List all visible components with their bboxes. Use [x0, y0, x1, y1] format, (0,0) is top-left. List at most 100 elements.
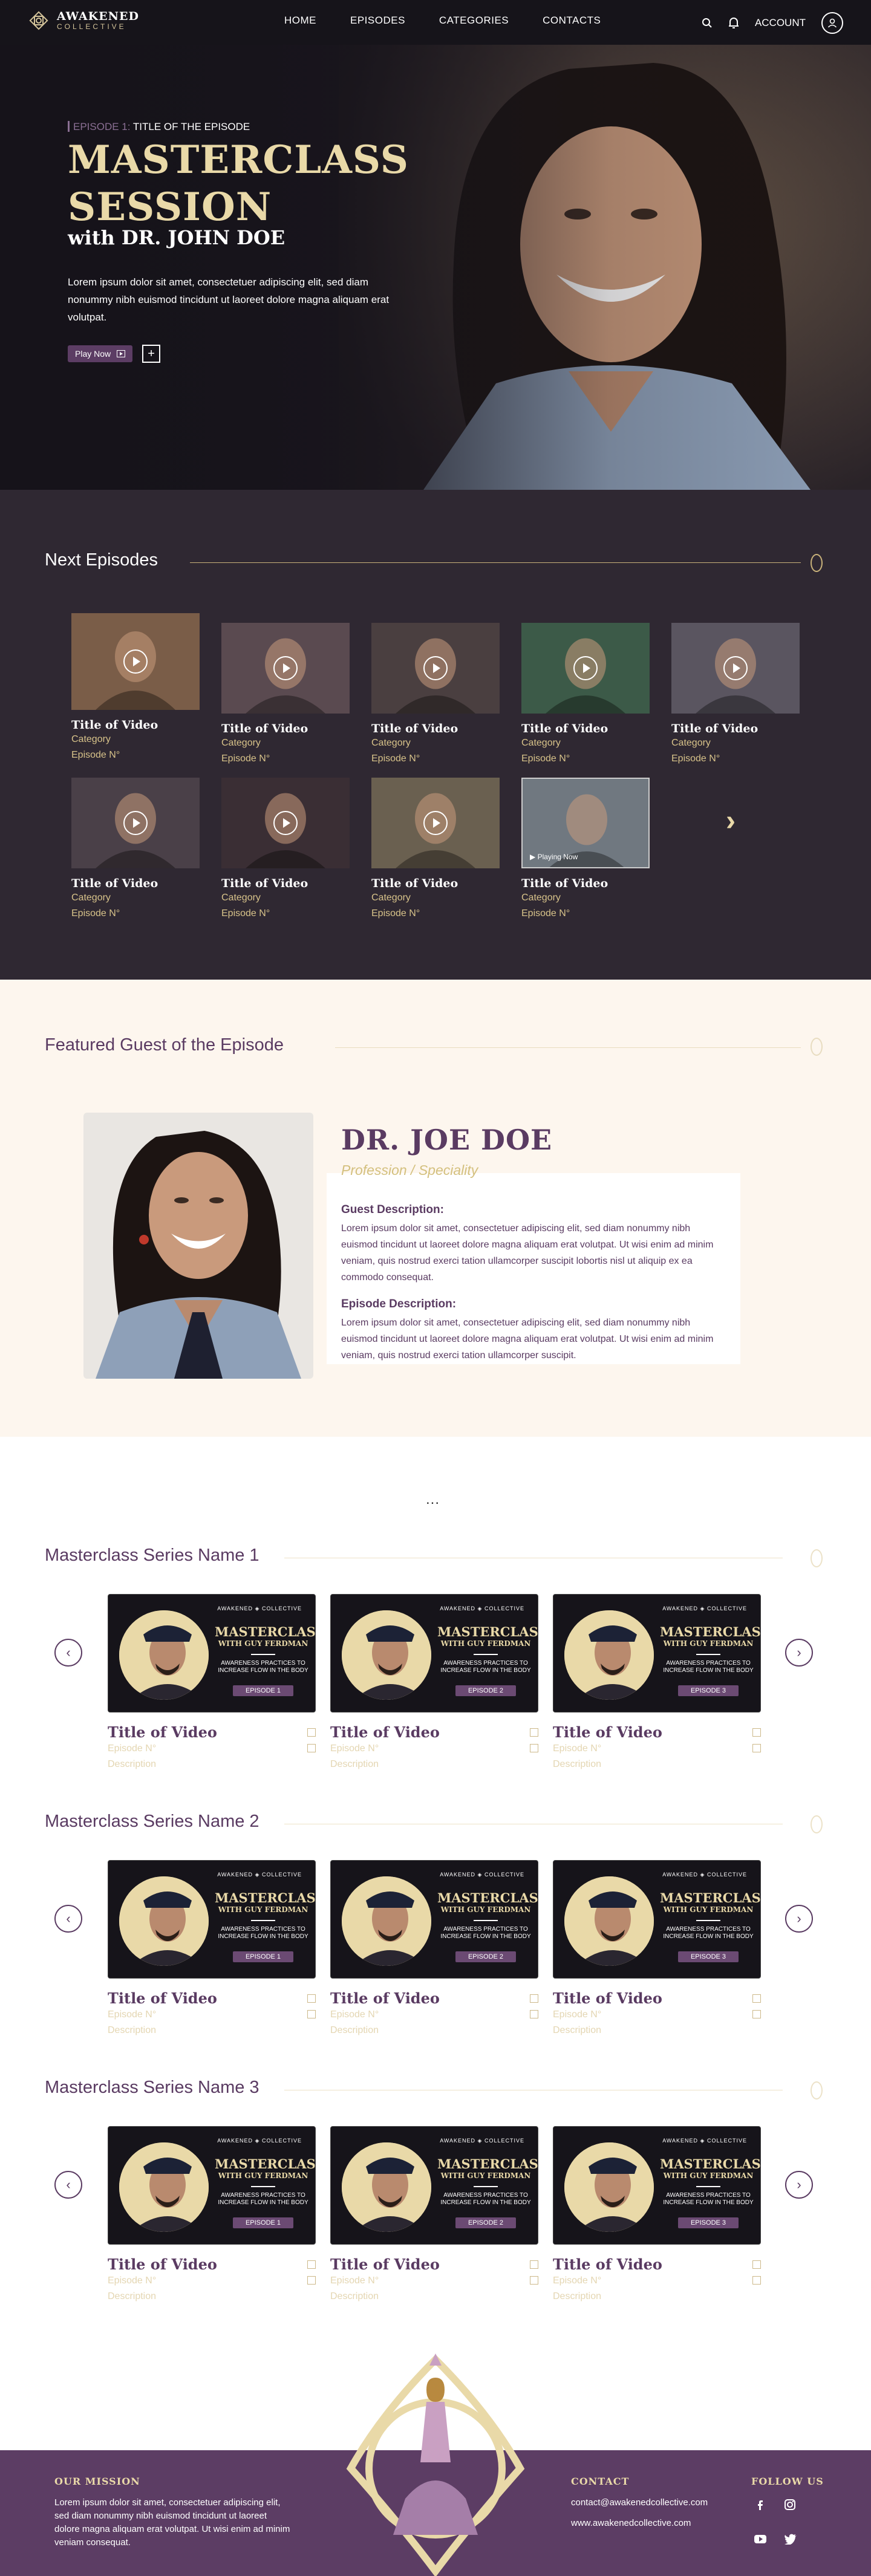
featured-title: Featured Guest of the Episode [45, 1035, 284, 1055]
play-icon[interactable] [273, 811, 298, 835]
info-icon[interactable] [752, 2276, 761, 2285]
series-thumbnail[interactable]: AWAKENED ◈ COLLECTIVE MASTERCLASS WITH G… [108, 2126, 316, 2245]
add-icon[interactable] [752, 2260, 761, 2269]
add-icon[interactable] [307, 2260, 316, 2269]
info-icon[interactable] [307, 2010, 316, 2018]
series-next-button[interactable]: › [785, 2171, 813, 2199]
episode-thumbnail[interactable] [71, 613, 200, 710]
info-icon[interactable] [307, 1744, 316, 1752]
series-video-card[interactable]: AWAKENED ◈ COLLECTIVE MASTERCLASS WITH G… [330, 2126, 538, 2304]
series-next-button[interactable]: › [785, 1639, 813, 1667]
add-icon[interactable] [307, 1728, 316, 1737]
episode-card[interactable]: Title of Video Category Episode N° [71, 778, 200, 922]
series-prev-button[interactable]: ‹ [54, 1905, 82, 1933]
top-navbar: AWAKENED COLLECTIVE HOME EPISODES CATEGO… [0, 0, 871, 45]
series-next-button[interactable]: › [785, 1905, 813, 1933]
play-icon[interactable] [123, 649, 148, 674]
series-video-card[interactable]: AWAKENED ◈ COLLECTIVE MASTERCLASS WITH G… [108, 2126, 316, 2304]
thumbnail-episode-badge: EPISODE 2 [455, 1685, 516, 1696]
instagram-icon[interactable] [784, 2499, 796, 2511]
info-icon[interactable] [307, 2276, 316, 2285]
episode-thumbnail[interactable] [521, 623, 650, 714]
series-video-card[interactable]: AWAKENED ◈ COLLECTIVE MASTERCLASS WITH G… [108, 1594, 316, 1772]
play-icon[interactable] [273, 656, 298, 680]
episode-thumbnail[interactable] [371, 623, 500, 714]
series-video-card[interactable]: AWAKENED ◈ COLLECTIVE MASTERCLASS WITH G… [330, 1594, 538, 1772]
episode-card[interactable]: Title of Video Category Episode N° [221, 778, 350, 922]
series-thumbnail[interactable]: AWAKENED ◈ COLLECTIVE MASTERCLASS WITH G… [330, 1860, 538, 1979]
info-icon[interactable] [530, 2276, 538, 2285]
play-icon[interactable] [423, 811, 448, 835]
episode-thumbnail[interactable] [71, 778, 200, 868]
series-thumbnail[interactable]: AWAKENED ◈ COLLECTIVE MASTERCLASS WITH G… [553, 1860, 761, 1979]
host-portrait-image [342, 2142, 431, 2232]
play-icon[interactable] [573, 656, 598, 680]
series-thumbnail[interactable]: AWAKENED ◈ COLLECTIVE MASTERCLASS WITH G… [330, 1594, 538, 1712]
thumbnail-brand: AWAKENED ◈ COLLECTIVE [440, 1872, 524, 1878]
episode-card[interactable]: Title of Video Category Episode N° [521, 623, 650, 767]
series-video-card[interactable]: AWAKENED ◈ COLLECTIVE MASTERCLASS WITH G… [553, 2126, 761, 2304]
contact-email-link[interactable]: contact@awakenedcollective.com [571, 2496, 708, 2509]
episode-thumbnail[interactable]: ▶ Playing Now [521, 778, 650, 868]
video-episode: Episode N° [108, 2009, 157, 2020]
play-now-button[interactable]: Play Now [68, 345, 133, 362]
episode-thumbnail[interactable] [671, 623, 800, 714]
nav-contacts[interactable]: CONTACTS [543, 15, 601, 27]
series-video-card[interactable]: AWAKENED ◈ COLLECTIVE MASTERCLASS WITH G… [553, 1860, 761, 2038]
account-avatar[interactable] [821, 12, 843, 34]
play-icon[interactable] [723, 656, 748, 680]
twitter-icon[interactable] [784, 2534, 797, 2545]
series-thumbnail[interactable]: AWAKENED ◈ COLLECTIVE MASTERCLASS WITH G… [108, 1594, 316, 1712]
search-icon[interactable] [702, 18, 713, 28]
info-icon[interactable] [752, 2010, 761, 2018]
episode-thumbnail[interactable] [371, 778, 500, 868]
series-thumbnail[interactable]: AWAKENED ◈ COLLECTIVE MASTERCLASS WITH G… [553, 1594, 761, 1712]
add-icon[interactable] [307, 1994, 316, 2003]
add-icon[interactable] [530, 1994, 538, 2003]
website-link[interactable]: www.awakenedcollective.com [571, 2517, 691, 2530]
bell-icon[interactable] [728, 17, 739, 29]
info-icon[interactable] [752, 1744, 761, 1752]
thumbnail-host: WITH GUY FERDMAN [663, 1905, 754, 1914]
episode-card[interactable]: ▶ Playing Now Title of Video Category Ep… [521, 778, 650, 922]
brand-logo[interactable]: AWAKENED COLLECTIVE [27, 8, 139, 33]
video-description: Description [330, 2025, 379, 2035]
thumbnail-tagline: AWARENESS PRACTICES TO INCREASE FLOW IN … [663, 1926, 754, 1940]
info-icon[interactable] [530, 2010, 538, 2018]
host-portrait [564, 1876, 654, 1966]
info-icon[interactable] [530, 1744, 538, 1752]
nav-home[interactable]: HOME [284, 15, 316, 27]
youtube-icon[interactable] [754, 2534, 767, 2545]
series-prev-button[interactable]: ‹ [54, 1639, 82, 1667]
account-label[interactable]: ACCOUNT [755, 17, 806, 29]
series-thumbnail[interactable]: AWAKENED ◈ COLLECTIVE MASTERCLASS WITH G… [108, 1860, 316, 1979]
play-icon[interactable] [423, 656, 448, 680]
add-icon[interactable] [530, 1728, 538, 1737]
thumbnail-episode-badge: EPISODE 3 [678, 1951, 739, 1962]
add-icon[interactable] [530, 2260, 538, 2269]
nav-episodes[interactable]: EPISODES [350, 15, 405, 27]
episode-card[interactable]: Title of Video Category Episode N° [371, 623, 500, 767]
nav-categories[interactable]: CATEGORIES [439, 15, 509, 27]
facebook-icon[interactable] [754, 2499, 766, 2511]
episode-card[interactable]: Title of Video Category Episode N° [71, 613, 200, 763]
thumbnail-title: MASTERCLASS [215, 2156, 316, 2171]
add-icon[interactable] [752, 1728, 761, 1737]
more-dots[interactable]: ... [426, 1491, 440, 1508]
episode-card[interactable]: Title of Video Category Episode N° [221, 623, 350, 767]
episode-thumbnail[interactable] [221, 778, 350, 868]
episode-card[interactable]: Title of Video Category Episode N° [371, 778, 500, 922]
series-video-card[interactable]: AWAKENED ◈ COLLECTIVE MASTERCLASS WITH G… [108, 1860, 316, 2038]
series-thumbnail[interactable]: AWAKENED ◈ COLLECTIVE MASTERCLASS WITH G… [553, 2126, 761, 2245]
series-thumbnail[interactable]: AWAKENED ◈ COLLECTIVE MASTERCLASS WITH G… [330, 2126, 538, 2245]
thumbnail-brand: AWAKENED ◈ COLLECTIVE [217, 1605, 302, 1612]
episode-thumbnail[interactable] [221, 623, 350, 714]
series-video-card[interactable]: AWAKENED ◈ COLLECTIVE MASTERCLASS WITH G… [330, 1860, 538, 2038]
add-icon[interactable] [752, 1994, 761, 2003]
series-video-card[interactable]: AWAKENED ◈ COLLECTIVE MASTERCLASS WITH G… [553, 1594, 761, 1772]
series-prev-button[interactable]: ‹ [54, 2171, 82, 2199]
next-arrow-icon[interactable]: › [726, 804, 736, 838]
add-to-list-button[interactable]: + [142, 345, 161, 363]
play-icon[interactable] [123, 811, 148, 835]
episode-card[interactable]: Title of Video Category Episode N° [671, 623, 800, 767]
